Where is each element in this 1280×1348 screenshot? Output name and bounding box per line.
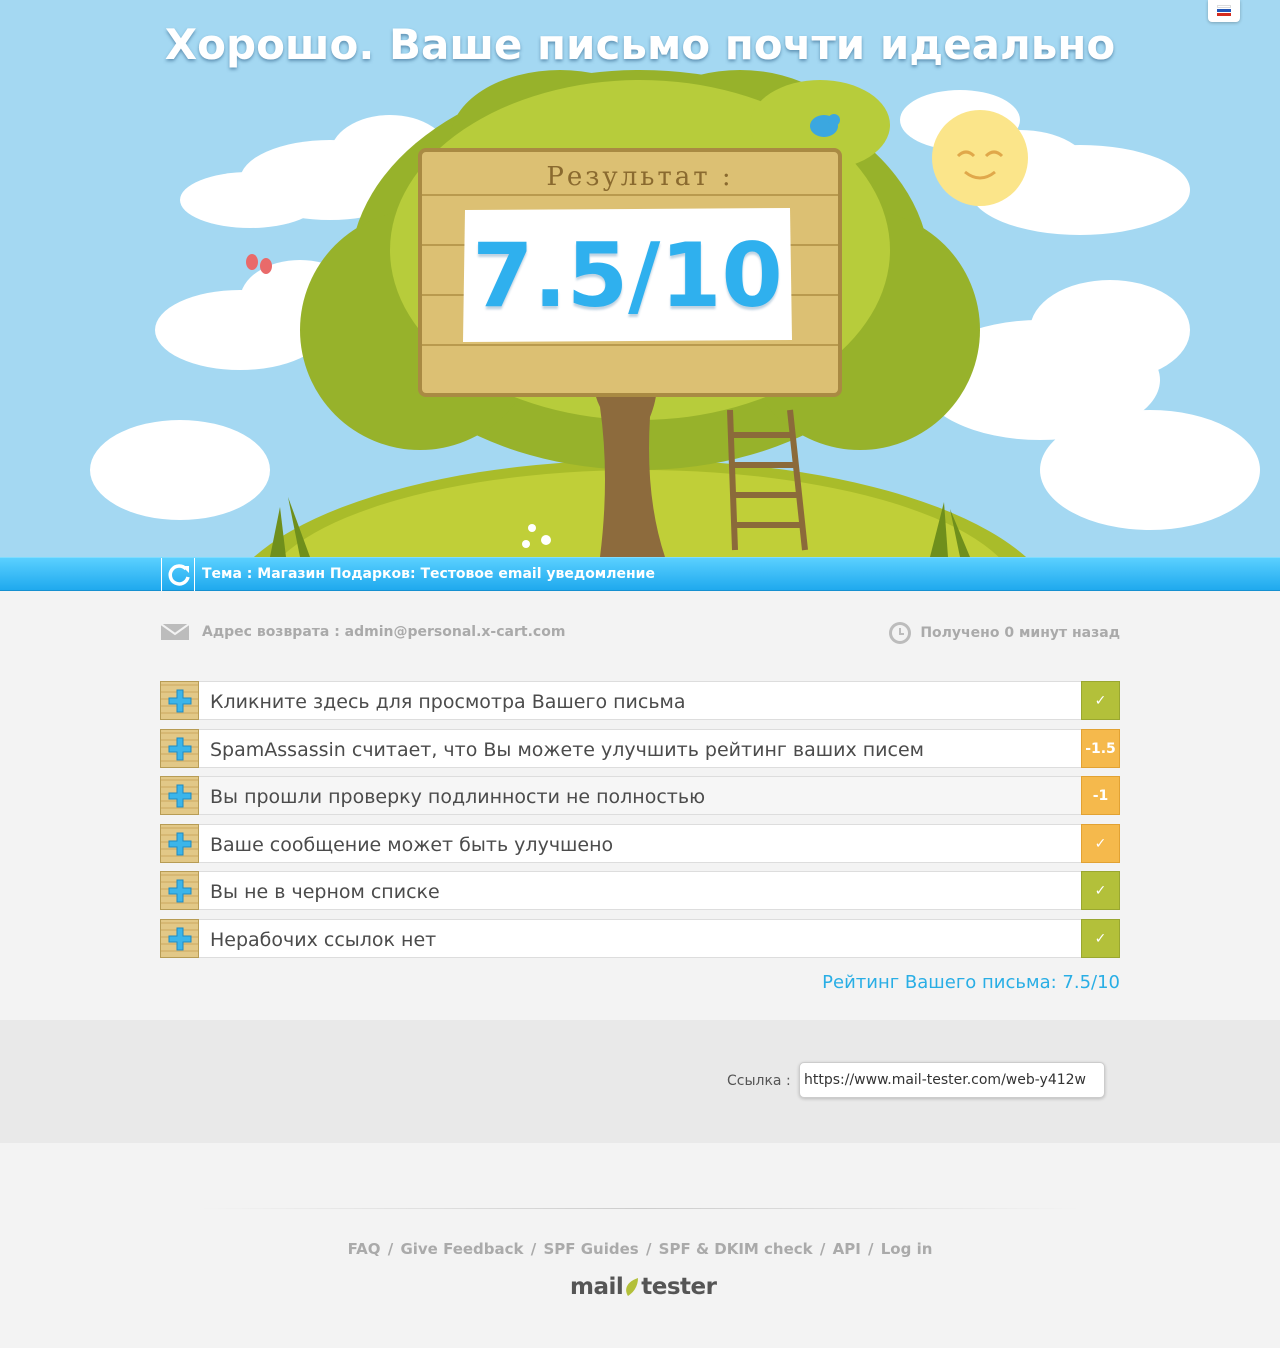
- result-label: Вы не в черном списке: [210, 881, 440, 903]
- logo-text-left: mail: [570, 1274, 624, 1300]
- footer-nav: FAQ / Give Feedback / SPF Guides / SPF &…: [0, 1240, 1280, 1258]
- subject-bar: Тема : Магазин Подарков: Тестовое email …: [0, 557, 1280, 591]
- footer-link-faq[interactable]: FAQ: [348, 1240, 381, 1258]
- result-row-message-improvable[interactable]: Ваше сообщение может быть улучшено ✓: [160, 823, 1120, 863]
- footer-separator: /: [387, 1240, 394, 1258]
- result-label: SpamAssassin считает, что Вы можете улуч…: [210, 738, 924, 761]
- received-time: Получено 0 минут назад: [888, 621, 1120, 645]
- check-badge: ✓: [1081, 918, 1120, 958]
- footer-separator: /: [819, 1240, 826, 1258]
- result-row-authentication[interactable]: Вы прошли проверку подлинности не полнос…: [160, 776, 1120, 815]
- score-display: 7.5/10: [472, 224, 783, 327]
- share-link-section: Ссылка :: [0, 1020, 1280, 1143]
- received-time-text: Получено 0 минут назад: [920, 625, 1120, 641]
- expand-plus-icon[interactable]: [160, 823, 199, 863]
- mail-tester-logo: mail tester: [570, 1274, 717, 1300]
- expand-plus-icon[interactable]: [160, 918, 199, 958]
- result-label: Ваше сообщение может быть улучшено: [210, 833, 614, 856]
- result-label: Нерабочих ссылок нет: [210, 928, 437, 951]
- score-badge: -1: [1081, 776, 1120, 815]
- check-badge: ✓: [1081, 871, 1120, 910]
- results-list: Кликните здесь для просмотра Вашего пись…: [160, 681, 1120, 966]
- result-label: Вы прошли проверку подлинности не полнос…: [210, 786, 706, 808]
- footer-separator: /: [868, 1240, 874, 1258]
- footer-separator: /: [645, 1240, 652, 1258]
- result-label: Кликните здесь для просмотра Вашего пись…: [210, 691, 686, 713]
- link-label: Ссылка :: [727, 1073, 791, 1089]
- clock-icon: [889, 622, 912, 644]
- footer-link-spf-dkim[interactable]: SPF & DKIM check: [659, 1240, 813, 1258]
- footer-link-api[interactable]: API: [833, 1240, 861, 1258]
- hero-banner: Хорошо. Ваше письмо почти идеально Резул…: [0, 0, 1280, 557]
- refresh-button[interactable]: [161, 558, 195, 591]
- envelope-icon: [160, 623, 190, 640]
- expand-plus-icon[interactable]: [160, 728, 199, 768]
- return-address: Адрес возврата : admin@personal.x-cart.c…: [160, 622, 565, 642]
- page-headline: Хорошо. Ваше письмо почти идеально: [164, 20, 1116, 69]
- footer-link-spf-guides[interactable]: SPF Guides: [543, 1240, 638, 1258]
- footer-separator: /: [530, 1240, 537, 1258]
- expand-plus-icon[interactable]: [160, 871, 199, 910]
- russian-flag-icon[interactable]: [1208, 0, 1240, 22]
- leaf-icon: [626, 1278, 639, 1296]
- expand-plus-icon[interactable]: [160, 681, 199, 720]
- result-row-spamassassin[interactable]: SpamAssassin считает, что Вы можете улуч…: [160, 728, 1120, 768]
- check-badge: ✓: [1081, 823, 1120, 863]
- result-row-view-email[interactable]: Кликните здесь для просмотра Вашего пись…: [160, 681, 1120, 720]
- footer-link-feedback[interactable]: Give Feedback: [400, 1240, 523, 1258]
- result-row-broken-links[interactable]: Нерабочих ссылок нет ✓: [160, 918, 1120, 958]
- board-title: Результат :: [546, 162, 734, 192]
- check-badge: ✓: [1081, 681, 1120, 720]
- footer-divider: [200, 1208, 1080, 1209]
- logo-text-right: tester: [641, 1274, 717, 1300]
- email-subject: Тема : Магазин Подарков: Тестовое email …: [202, 566, 655, 582]
- return-address-text: Адрес возврата : admin@personal.x-cart.c…: [202, 624, 566, 640]
- refresh-icon: [168, 564, 190, 586]
- rating-summary: Рейтинг Вашего письма: 7.5/10: [822, 972, 1120, 993]
- score-badge: -1.5: [1081, 728, 1120, 768]
- share-link-input[interactable]: [799, 1062, 1105, 1098]
- result-row-blacklist[interactable]: Вы не в черном списке ✓: [160, 871, 1120, 910]
- footer-link-login[interactable]: Log in: [881, 1240, 933, 1258]
- expand-plus-icon[interactable]: [160, 776, 199, 815]
